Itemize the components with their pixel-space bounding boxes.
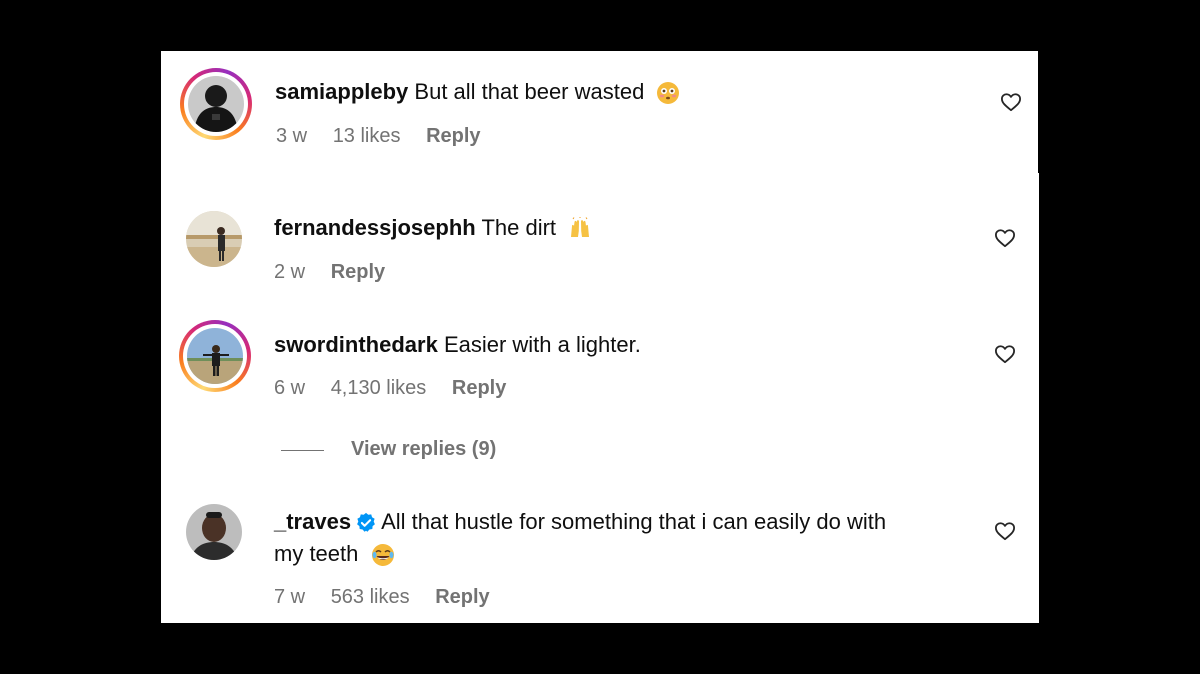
comment-text: The dirt [481,215,557,240]
comment-username[interactable]: swordinthedark [274,332,438,357]
comment-username[interactable]: _traves [274,509,351,534]
avatar-story-ring[interactable] [179,320,251,392]
heart-icon[interactable] [994,228,1016,248]
comment-time: 2 w [274,261,306,283]
avatar[interactable] [186,211,242,267]
avatar [187,328,243,384]
raising-hands-emoji-icon [571,217,590,238]
comment-username[interactable]: samiappleby [275,79,408,104]
heart-icon[interactable] [994,344,1016,364]
reply-button[interactable]: Reply [331,261,385,283]
reply-button[interactable]: Reply [452,377,506,399]
comment-text-continued: my teeth [274,541,359,566]
reply-button[interactable]: Reply [426,125,480,147]
avatar [188,76,244,132]
heart-icon[interactable] [994,521,1016,541]
comment-time: 7 w [274,586,306,608]
comment-panel-top [161,51,1038,173]
avatar[interactable] [186,504,242,560]
flushed-face-emoji-icon [657,82,680,105]
view-replies-divider [281,450,324,451]
face-with-tears-of-joy-emoji-icon [371,544,394,567]
view-replies-button[interactable]: View replies (9) [351,438,496,461]
verified-badge-icon [357,513,375,532]
comment-text: All that hustle for something that i can… [381,509,887,534]
reply-button[interactable]: Reply [435,586,489,608]
comment-likes[interactable]: 13 likes [333,125,401,147]
comment-username[interactable]: fernandessjosephh [274,215,476,240]
heart-icon[interactable] [1000,92,1022,112]
comment-likes[interactable]: 4,130 likes [331,377,427,399]
comment-likes[interactable]: 563 likes [331,586,410,608]
avatar-story-ring[interactable] [180,68,252,140]
comment-time: 6 w [274,377,306,399]
comment-time: 3 w [276,125,308,147]
comment-text: Easier with a lighter. [443,332,641,357]
comment-text: But all that beer wasted [414,79,645,104]
